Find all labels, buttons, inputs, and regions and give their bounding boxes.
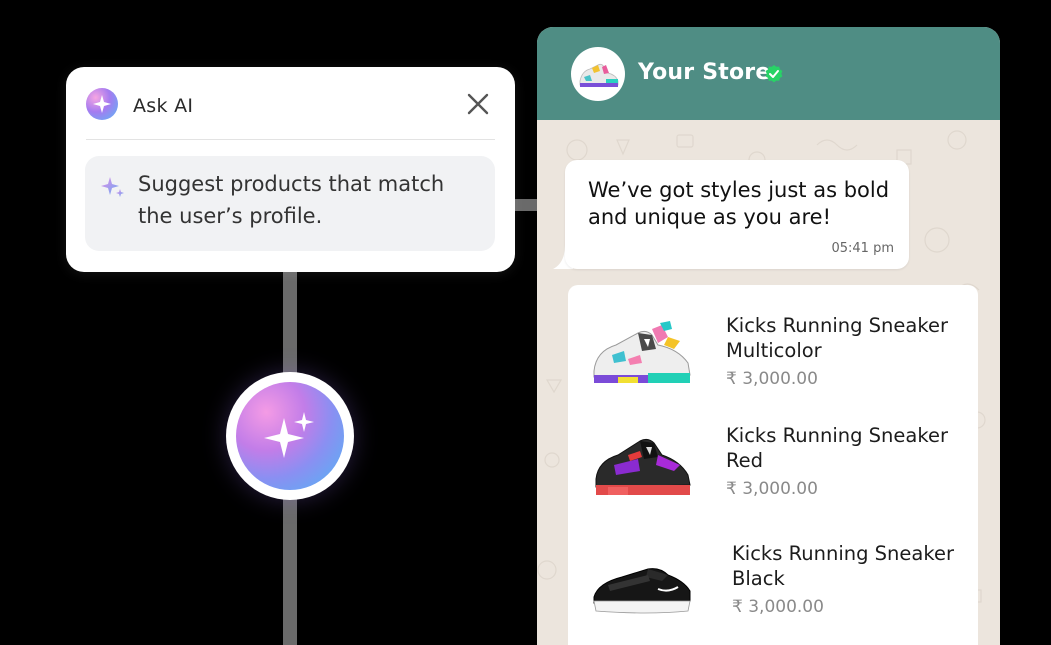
ask-ai-title: Ask AI — [133, 95, 194, 117]
multicolor-sneaker-image — [593, 321, 691, 383]
black-sneaker-image — [593, 568, 691, 614]
product-name: Kicks Running Sneaker Multicolor — [726, 314, 948, 362]
product-name: Kicks Running Sneaker Red — [726, 424, 948, 472]
product-card[interactable]: Kicks Running Sneaker Black ₹ 3,000.00 — [568, 531, 978, 641]
ai-logo-icon — [86, 88, 118, 120]
avatar[interactable] — [571, 47, 625, 101]
product-card[interactable]: Kicks Running Sneaker Multicolor ₹ 3,000… — [568, 303, 978, 413]
prompt-text: Suggest products that match the user’s p… — [138, 172, 445, 228]
product-carousel: Kicks Running Sneaker Multicolor ₹ 3,000… — [568, 285, 978, 645]
ai-orb-button[interactable] — [226, 372, 354, 500]
ask-ai-header: Ask AI — [86, 85, 495, 125]
store-name: Your Store — [638, 60, 771, 85]
message-timestamp: 05:41 pm — [831, 241, 894, 256]
product-card[interactable]: Kicks Running Sneaker Red ₹ 3,000.00 — [568, 413, 978, 523]
message-bubble: We’ve got styles just as bold and unique… — [565, 160, 909, 269]
close-icon[interactable] — [465, 91, 491, 117]
ask-ai-card: Ask AI Suggest products that match the u… — [66, 67, 515, 272]
verified-badge-icon — [764, 64, 784, 84]
sparkle-icon — [100, 174, 126, 200]
prompt-box[interactable]: Suggest products that match the user’s p… — [85, 156, 495, 251]
divider — [86, 139, 495, 140]
sparkle-icon — [236, 382, 344, 490]
product-name: Kicks Running Sneaker Black — [732, 542, 954, 590]
chat-header: Your Store — [537, 27, 1000, 120]
product-price: ₹ 3,000.00 — [726, 369, 818, 389]
message-text: We’ve got styles just as bold and unique… — [588, 178, 890, 229]
product-price: ₹ 3,000.00 — [732, 597, 824, 617]
red-sneaker-image — [595, 438, 691, 495]
product-price: ₹ 3,000.00 — [726, 479, 818, 499]
chat-window: Your Store We’ve got styles just as bold… — [537, 27, 1000, 645]
